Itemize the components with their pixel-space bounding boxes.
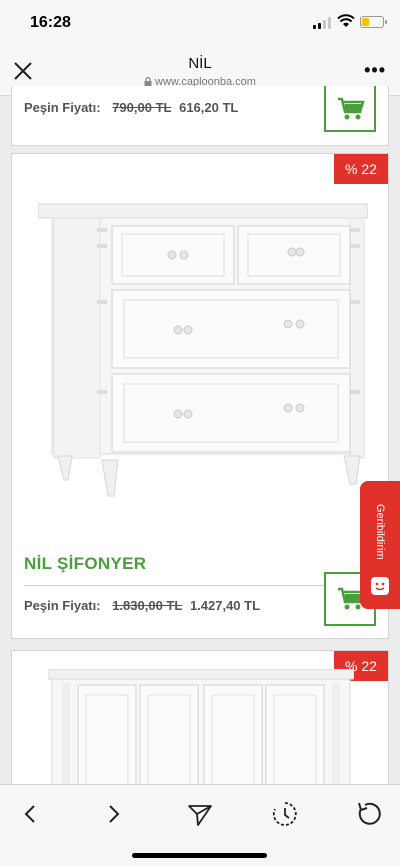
battery-icon [360, 16, 387, 28]
product-name[interactable]: NİL ŞİFONYER [24, 554, 146, 574]
price-row: Peşin Fiyatı: 790,00 TL 616,20 TL [24, 100, 238, 115]
status-bar: 16:28 [0, 0, 400, 46]
price-label: Peşin Fiyatı: [24, 598, 101, 613]
new-price: 616,20 TL [179, 100, 239, 115]
product-card[interactable]: % 22 [11, 650, 389, 791]
product-card[interactable]: Peşin Fiyatı: 790,00 TL 616,20 TL [11, 86, 389, 146]
share-icon[interactable] [183, 797, 217, 831]
feedback-face-icon [371, 577, 389, 595]
product-image[interactable] [48, 669, 354, 791]
more-options-icon[interactable]: ••• [364, 60, 386, 81]
product-image[interactable] [38, 190, 368, 500]
add-to-cart-button[interactable] [324, 86, 376, 132]
lock-icon [144, 77, 152, 86]
status-time: 16:28 [30, 14, 71, 31]
reload-icon[interactable] [352, 797, 386, 831]
old-price: 790,00 TL [112, 100, 172, 115]
product-card[interactable]: % 22 [11, 153, 389, 639]
back-icon[interactable] [13, 797, 47, 831]
price-row: Peşin Fiyatı: 1.830,00 TL 1.427,40 TL [24, 598, 260, 613]
divider [24, 585, 324, 586]
history-icon[interactable] [268, 797, 302, 831]
forward-icon[interactable] [97, 797, 131, 831]
price-label: Peşin Fiyatı: [24, 100, 101, 115]
home-indicator [132, 853, 267, 858]
cart-icon [338, 97, 365, 120]
page-title: NİL [188, 55, 212, 72]
new-price: 1.427,40 TL [189, 598, 261, 613]
old-price: 1.830,00 TL [112, 598, 183, 613]
feedback-label: Geribildirim [374, 504, 386, 560]
feedback-tab[interactable]: Geribildirim [360, 481, 400, 609]
page: { "status_bar": { "time": "16:28" }, "he… [0, 0, 400, 866]
wifi-icon [337, 14, 355, 27]
discount-badge: % 22 [334, 154, 388, 184]
signal-icon [313, 17, 331, 29]
